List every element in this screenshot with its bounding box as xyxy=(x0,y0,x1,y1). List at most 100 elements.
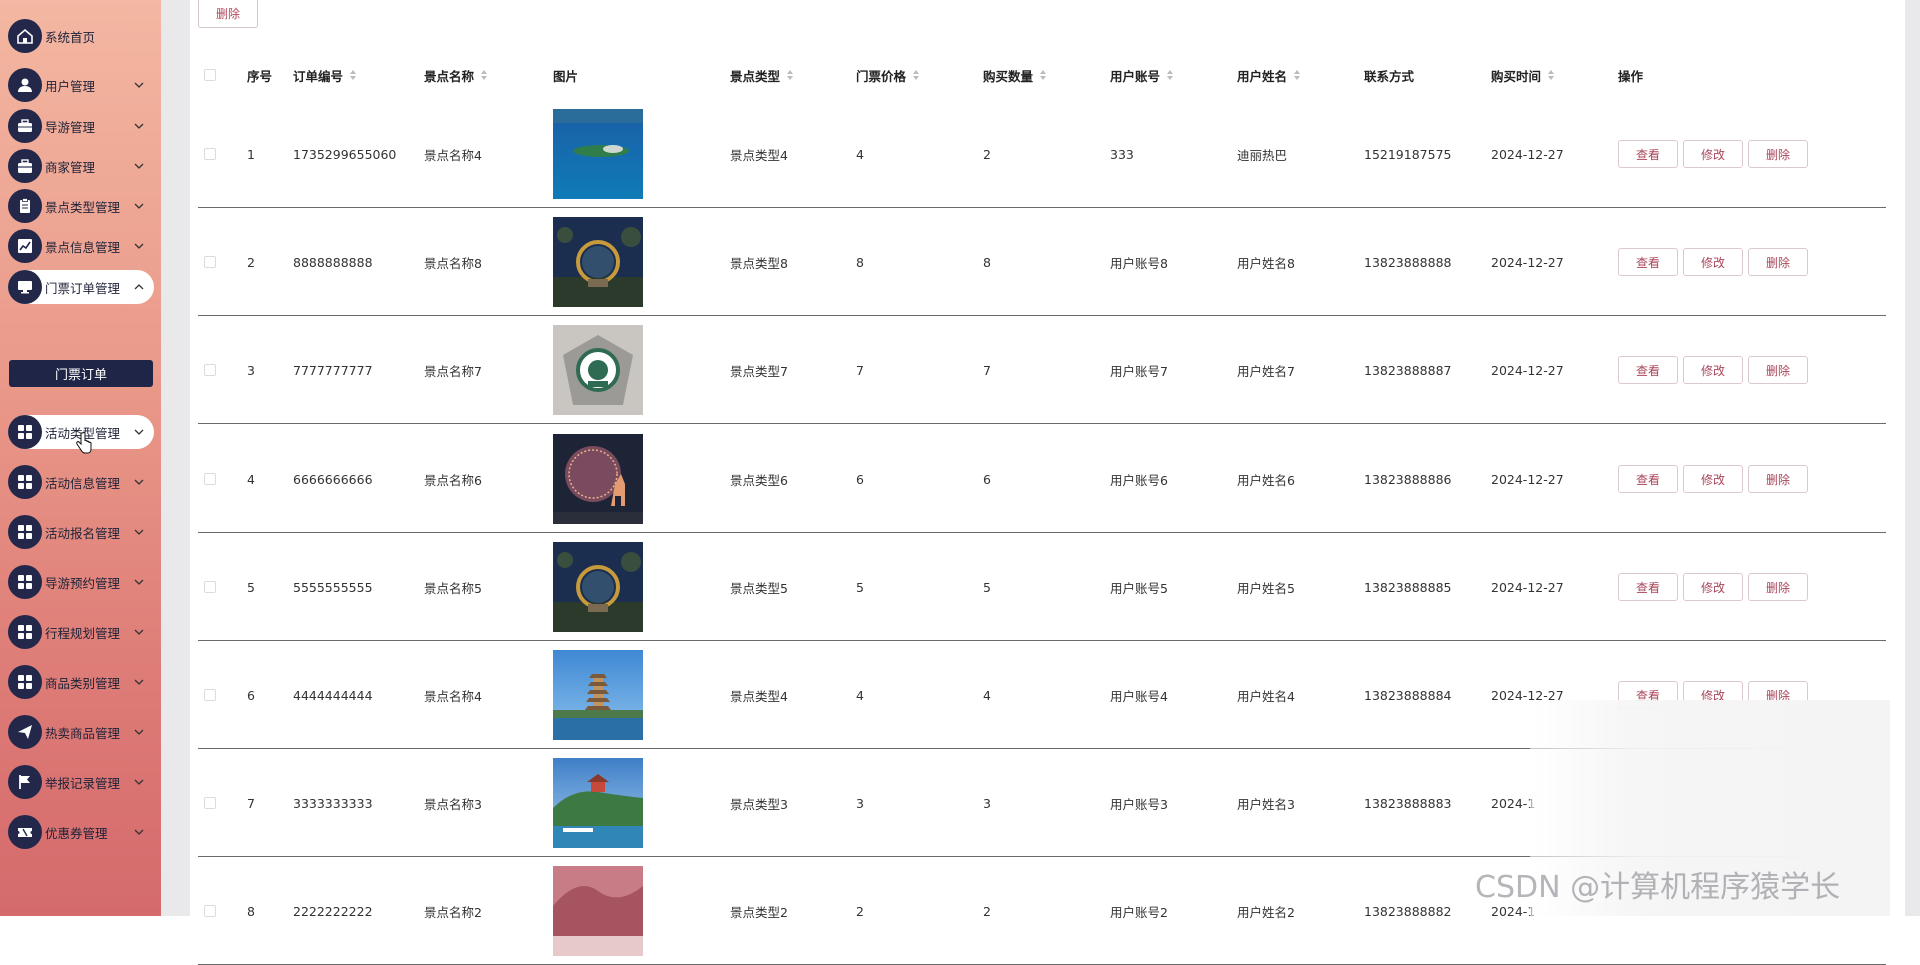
column-header-label: 用户账号 xyxy=(1110,68,1161,84)
row-checkbox[interactable] xyxy=(204,857,216,965)
sidebar-item-label: 举报记录管理 xyxy=(45,775,121,791)
sidebar-item-7[interactable]: 门票订单管理 xyxy=(8,270,154,304)
submenu-item-ticket-order[interactable]: 门票订单 xyxy=(9,360,153,387)
edit-button[interactable]: 修改 xyxy=(1683,573,1743,601)
row-actions: 查看 修改 删除 xyxy=(1618,533,1808,641)
cell-order-no: 5555555555 xyxy=(293,579,373,595)
sidebar-item-10[interactable]: 活动报名管理 xyxy=(8,515,154,549)
sidebar-item-2[interactable]: 用户管理 xyxy=(8,68,154,102)
sidebar-item-11[interactable]: 导游预约管理 xyxy=(8,565,154,599)
column-header-6[interactable]: 门票价格 xyxy=(856,58,920,92)
row-checkbox[interactable] xyxy=(204,749,216,857)
thumbnail-image xyxy=(553,650,643,740)
scenic-thumbnail[interactable] xyxy=(553,208,643,316)
cell-price: 4 xyxy=(856,687,864,703)
delete-button[interactable]: 删除 xyxy=(1748,573,1808,601)
chevron-down-icon xyxy=(134,777,144,787)
edit-button[interactable]: 修改 xyxy=(1683,356,1743,384)
sidebar-item-14[interactable]: 热卖商品管理 xyxy=(8,715,154,749)
sort-icon[interactable] xyxy=(1547,69,1555,81)
delete-button[interactable]: 删除 xyxy=(1748,465,1808,493)
scenic-thumbnail[interactable] xyxy=(553,425,643,533)
sidebar-item-label: 系统首页 xyxy=(45,29,96,45)
sidebar-item-15[interactable]: 举报记录管理 xyxy=(8,765,154,799)
cell-name: 景点名称2 xyxy=(424,904,482,920)
view-button[interactable]: 查看 xyxy=(1618,465,1678,493)
view-button[interactable]: 查看 xyxy=(1618,356,1678,384)
column-header-11[interactable]: 购买时间 xyxy=(1491,58,1555,92)
delete-button[interactable]: 删除 xyxy=(1748,140,1808,168)
sidebar-item-3[interactable]: 导游管理 xyxy=(8,109,154,143)
sidebar-item-label: 优惠券管理 xyxy=(45,825,108,841)
sort-icon[interactable] xyxy=(480,69,488,81)
sidebar-item-1[interactable]: 系统首页 xyxy=(8,19,154,53)
cell-price: 6 xyxy=(856,471,864,487)
row-checkbox[interactable] xyxy=(204,208,216,316)
row-checkbox[interactable] xyxy=(204,533,216,641)
column-header-7[interactable]: 购买数量 xyxy=(983,58,1047,92)
edit-button[interactable]: 修改 xyxy=(1683,248,1743,276)
scenic-thumbnail[interactable] xyxy=(553,641,643,749)
sidebar-item-5[interactable]: 景点类型管理 xyxy=(8,189,154,223)
view-button[interactable]: 查看 xyxy=(1618,573,1678,601)
cell-type: 景点类型4 xyxy=(730,688,788,704)
row-actions: 查看 修改 删除 xyxy=(1618,425,1808,533)
sort-icon[interactable] xyxy=(912,69,920,81)
view-button[interactable]: 查看 xyxy=(1618,248,1678,276)
column-header-5[interactable]: 景点类型 xyxy=(730,58,794,92)
column-header-8[interactable]: 用户账号 xyxy=(1110,58,1174,92)
checkbox-box xyxy=(204,69,216,81)
row-checkbox[interactable] xyxy=(204,100,216,208)
column-header-9[interactable]: 用户姓名 xyxy=(1237,58,1301,92)
column-header-3[interactable]: 景点名称 xyxy=(424,58,488,92)
sidebar-item-4[interactable]: 商家管理 xyxy=(8,149,154,183)
delete-button[interactable]: 删除 xyxy=(1748,248,1808,276)
cell-order-no: 7777777777 xyxy=(293,362,373,378)
cell-price: 4 xyxy=(856,146,864,162)
column-header-2[interactable]: 订单编号 xyxy=(293,58,357,92)
table-row: 4 6666666666 景点名称6 景点类型6 6 6 用户账号6 用户姓名6 1382388… xyxy=(198,425,1886,533)
scenic-thumbnail[interactable] xyxy=(553,857,643,965)
batch-delete-button[interactable]: 删除 xyxy=(198,0,258,28)
sort-icon[interactable] xyxy=(1166,69,1174,81)
row-actions: 查看 修改 删除 xyxy=(1618,100,1808,208)
row-checkbox[interactable] xyxy=(204,316,216,424)
sort-icon[interactable] xyxy=(1039,69,1047,81)
view-button[interactable]: 查看 xyxy=(1618,140,1678,168)
delete-button[interactable]: 删除 xyxy=(1748,356,1808,384)
chevron-down-icon xyxy=(134,827,144,837)
sidebar-item-9[interactable]: 活动信息管理 xyxy=(8,465,154,499)
sidebar-item-13[interactable]: 商品类别管理 xyxy=(8,665,154,699)
select-all-checkbox[interactable] xyxy=(204,58,216,92)
column-header-label: 图片 xyxy=(553,68,579,84)
edit-button[interactable]: 修改 xyxy=(1683,465,1743,493)
cell-name: 景点名称6 xyxy=(424,472,482,488)
home-icon xyxy=(8,19,42,53)
edit-button[interactable]: 修改 xyxy=(1683,140,1743,168)
sort-icon[interactable] xyxy=(1293,69,1301,81)
scenic-thumbnail[interactable] xyxy=(553,316,643,424)
checkbox-box xyxy=(204,797,216,809)
scenic-thumbnail[interactable] xyxy=(553,533,643,641)
column-header-10: 联系方式 xyxy=(1364,58,1414,92)
sort-icon[interactable] xyxy=(349,69,357,81)
cell-phone: 15219187575 xyxy=(1364,146,1452,162)
thumbnail-image xyxy=(553,217,643,307)
cell-index: 8 xyxy=(247,903,255,919)
cell-user-name: 用户姓名7 xyxy=(1237,363,1295,379)
chevron-down-icon xyxy=(134,577,144,587)
sort-icon[interactable] xyxy=(786,69,794,81)
scenic-thumbnail[interactable] xyxy=(553,749,643,857)
sidebar-item-12[interactable]: 行程规划管理 xyxy=(8,615,154,649)
scenic-thumbnail[interactable] xyxy=(553,100,643,208)
cell-type: 景点类型3 xyxy=(730,796,788,812)
cell-index: 3 xyxy=(247,362,255,378)
row-checkbox[interactable] xyxy=(204,425,216,533)
sidebar-item-6[interactable]: 景点信息管理 xyxy=(8,229,154,263)
cell-qty: 8 xyxy=(983,254,991,270)
sidebar-item-label: 景点信息管理 xyxy=(45,239,121,255)
row-checkbox[interactable] xyxy=(204,641,216,749)
chevron-down-icon xyxy=(134,80,144,90)
sidebar-item-16[interactable]: 优惠券管理 xyxy=(8,815,154,849)
cell-account: 333 xyxy=(1110,146,1134,162)
